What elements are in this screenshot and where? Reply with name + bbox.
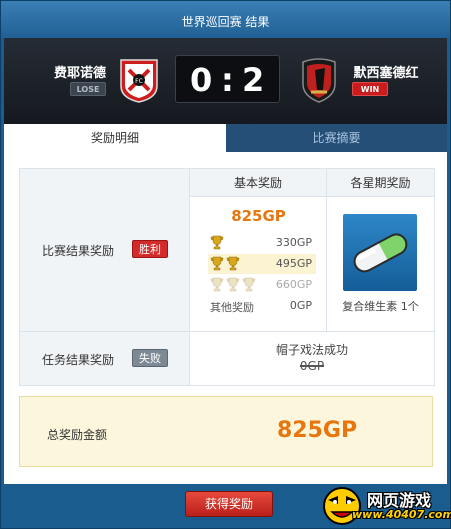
away-result-badge: WIN [352,82,388,96]
tab-reward-details[interactable]: 奖励明细 [4,124,226,152]
basic-reward-header: 基本奖励 [190,169,327,197]
claim-reward-button[interactable]: 获得奖励 [185,491,273,517]
weekly-reward-cell: 复合维生素 1个 [327,197,434,332]
mission-description: 帽子戏法成功 [275,343,348,357]
reward-tier-2-value: 495GP [275,257,312,270]
reward-tier-2: 495GP [208,254,316,274]
away-team-crest-icon [302,58,336,103]
total-reward-box: 总奖励金额 825GP [19,396,433,467]
mission-reward-value: 0GP [299,359,325,373]
home-result-badge: LOSE [70,82,106,96]
other-reward-value: 0GP [289,299,312,312]
reward-tier-3: 660GP [208,275,316,295]
weekly-reward-item: 复合维生素 1个 [342,300,419,313]
home-team-crest-icon: FC [120,59,158,103]
vitamin-item-frame [343,214,417,291]
basic-reward-total: 825GP [231,207,286,225]
tab-match-summary[interactable]: 比赛摘要 [226,124,447,152]
reward-table: 比赛结果奖励 胜利 任务结果奖励 失败 基本奖励 各星期奖励 825GP 330… [19,168,435,386]
mission-reward-cell: 帽子戏法成功 0GP [190,332,434,385]
faded-trophy-icon [226,277,240,292]
faded-trophy-icon [242,277,256,292]
fail-badge: 失败 [132,349,168,367]
total-reward-label: 总奖励金额 [47,428,108,442]
gold-trophy-icon [226,256,240,271]
reward-tier-1: 330GP [208,233,316,253]
away-score: 2 [242,61,265,99]
score-separator: : [221,61,234,99]
mascot-logo-icon [323,487,361,525]
reward-tier-3-value: 660GP [275,278,312,291]
other-reward-row: 其他奖励 0GP [208,296,316,316]
watermark-url: www.40407.com [352,508,451,521]
tab-bar: 奖励明细 比赛摘要 [4,124,447,152]
site-watermark: 网页游戏 www.40407.com [318,480,451,529]
win-badge: 胜利 [132,240,168,258]
gold-trophy-icon [210,256,224,271]
match-result-reward-label: 比赛结果奖励 [42,244,115,258]
home-team-name: 费耶诺德 [53,66,106,81]
reward-panel: 比赛结果奖励 胜利 任务结果奖励 失败 基本奖励 各星期奖励 825GP 330… [4,152,447,484]
home-score: 0 [190,61,213,99]
vitamin-capsule-icon [353,233,408,273]
weekly-reward-header: 各星期奖励 [327,169,434,197]
gold-trophy-icon [210,235,224,250]
scoreboard: 0 : 2 [175,55,280,103]
total-reward-value: 825GP [277,418,358,443]
result-window: 世界巡回赛 结果 费耶诺德 LOSE FC 0 : 2 默西塞德红 WIN 奖励… [0,0,451,529]
mission-result-reward-label: 任务结果奖励 [42,353,115,367]
match-header: 费耶诺德 LOSE FC 0 : 2 默西塞德红 WIN [4,38,447,124]
window-title: 世界巡回赛 结果 [1,1,450,39]
reward-tier-1-value: 330GP [275,236,312,249]
other-reward-label: 其他奖励 [210,301,254,314]
home-crest-text: FC [135,78,143,85]
basic-reward-cell: 825GP 330GP 495GP 660GP 其他奖励 0GP [190,197,327,332]
faded-trophy-icon [210,277,224,292]
away-team-name: 默西塞德红 [353,66,419,81]
